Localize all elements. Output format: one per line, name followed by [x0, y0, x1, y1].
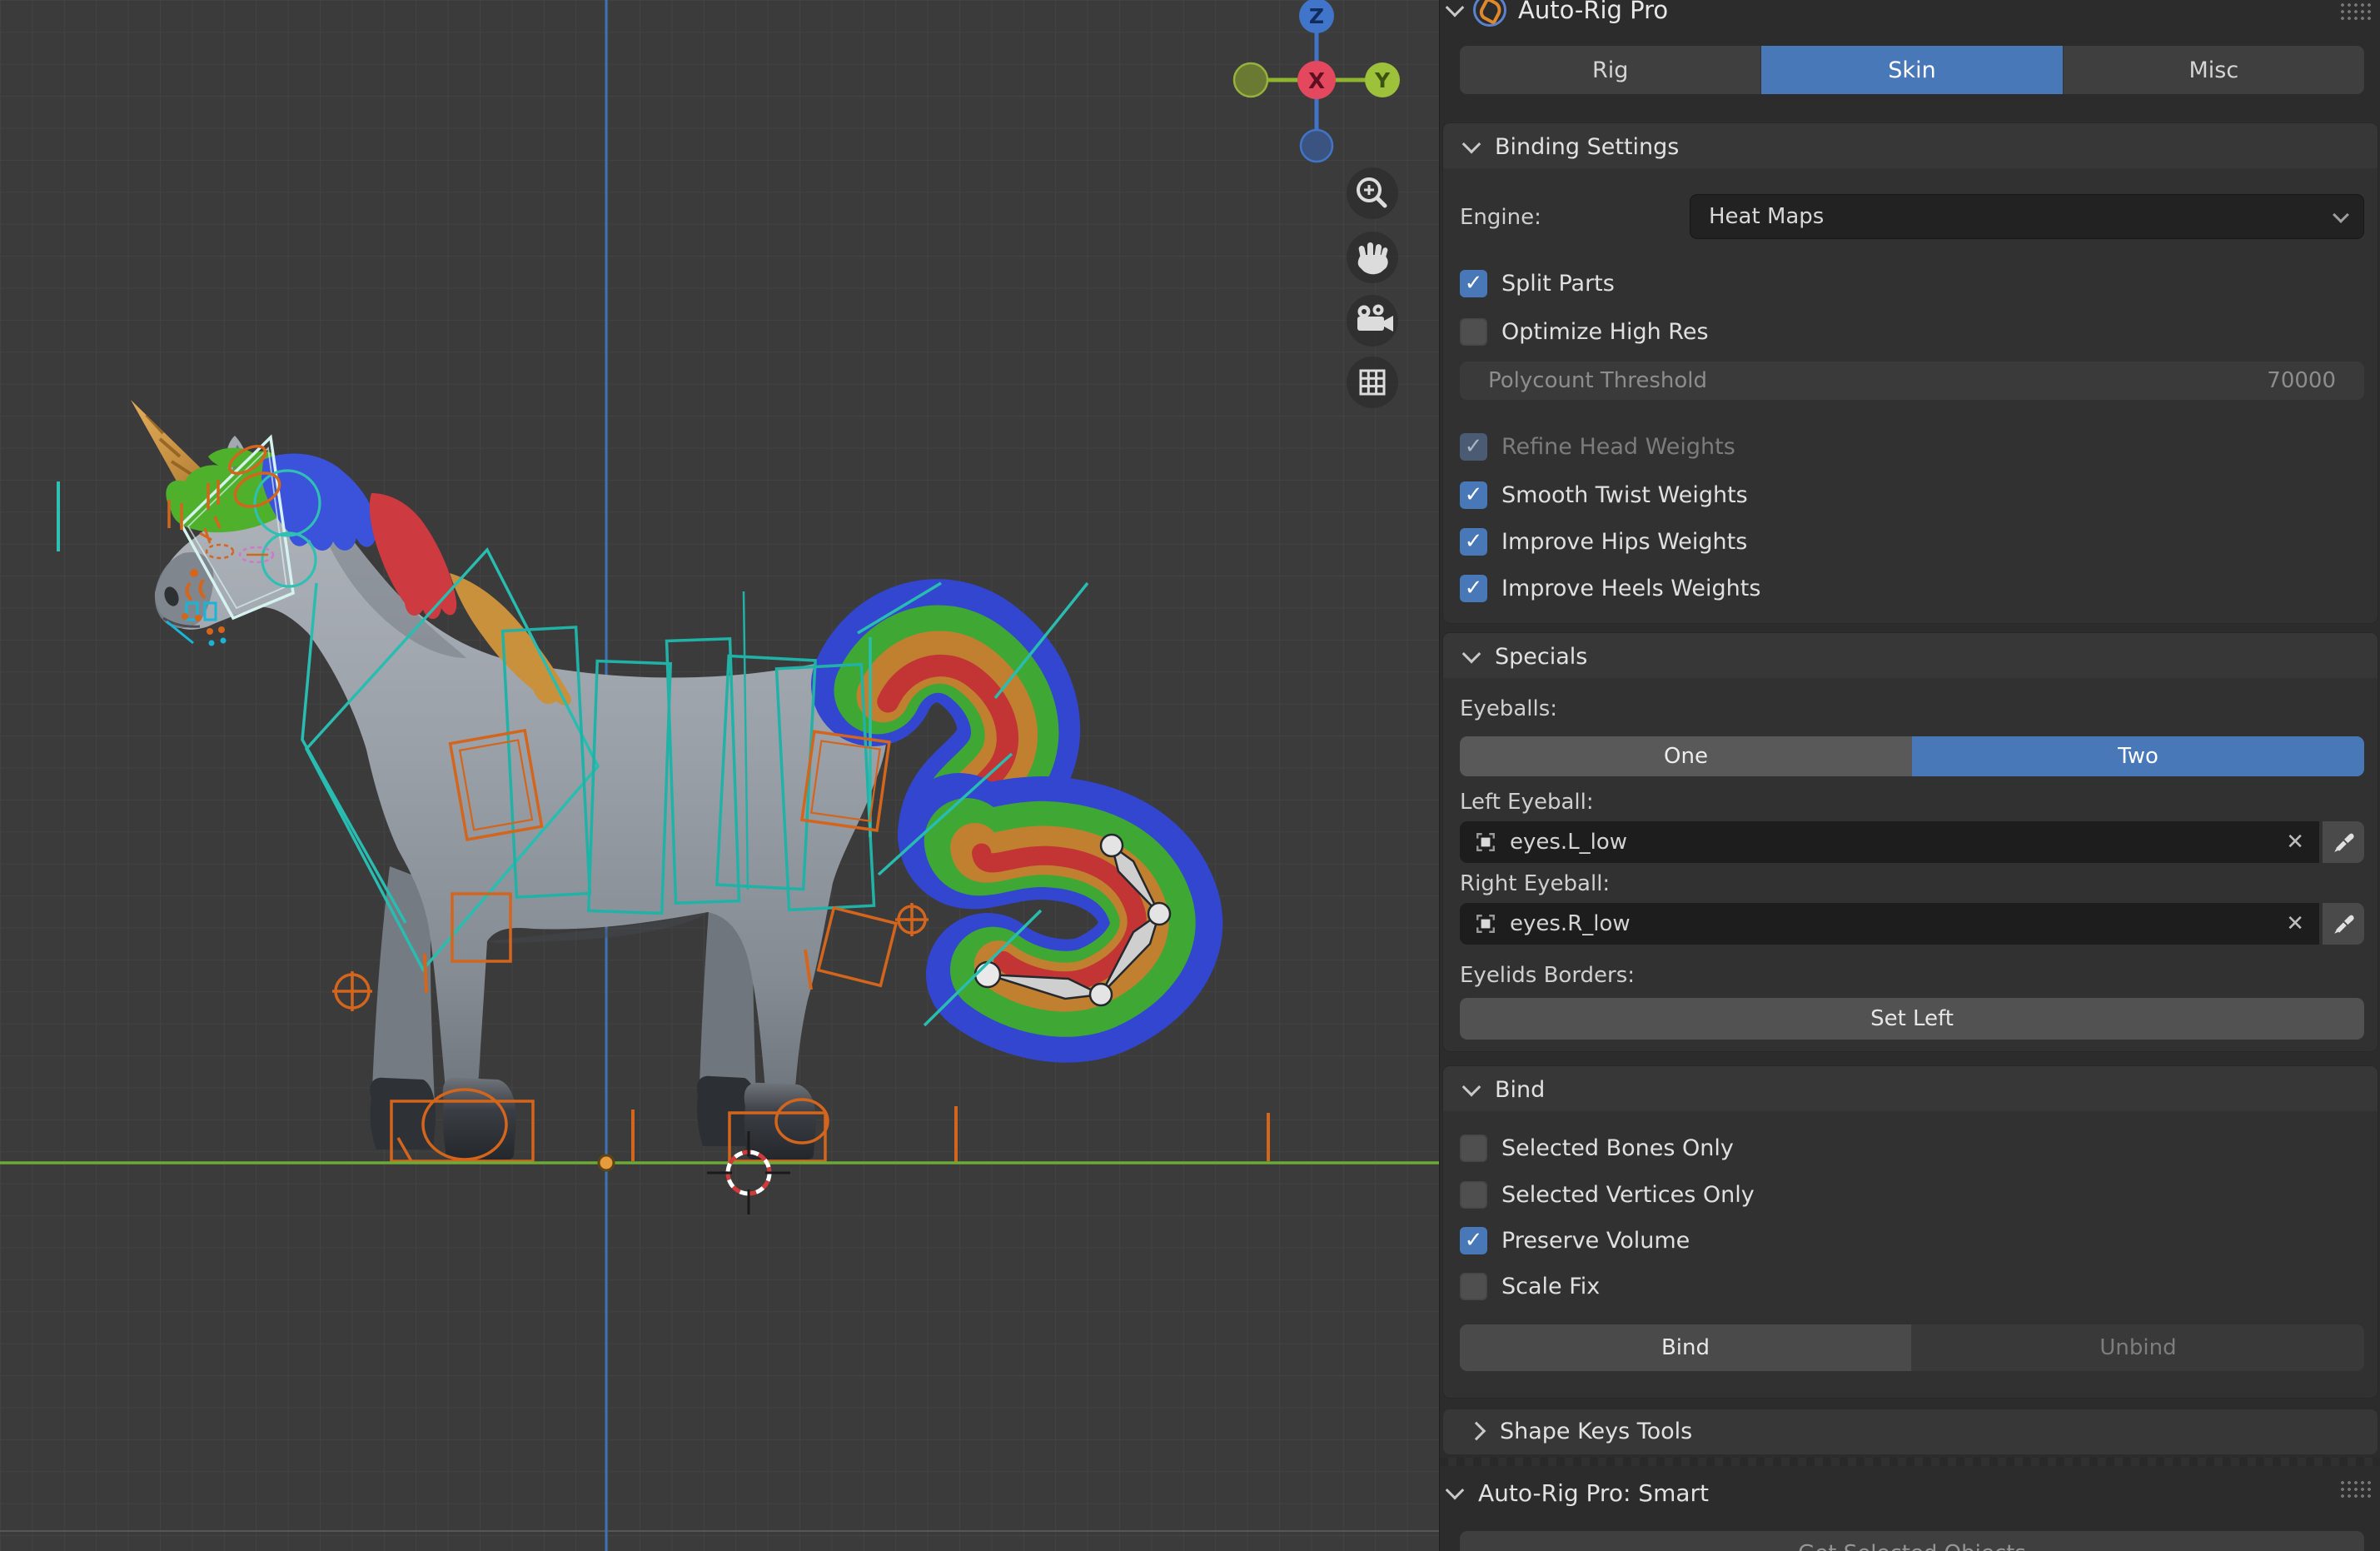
- eyelids-borders-label: Eyelids Borders:: [1460, 963, 1635, 988]
- panel-grip-handle[interactable]: [2339, 2, 2373, 20]
- bone-joint: [975, 962, 1000, 987]
- right-eyeball-value: eyes.R_low: [1510, 911, 2286, 936]
- left-eyeball-value: eyes.L_low: [1510, 830, 2286, 855]
- gizmo-z-label: Z: [1309, 4, 1324, 28]
- checkbox[interactable]: [1460, 1135, 1487, 1162]
- gizmo-y-label: Y: [1374, 68, 1391, 92]
- left-eyedropper-button[interactable]: [2323, 821, 2364, 863]
- viewport-3d[interactable]: Z Y X: [0, 0, 1439, 1551]
- panel-separator: [1440, 1458, 2380, 1466]
- sidebar-panel: Auto-Rig Pro Rig Skin Misc Binding Setti…: [1439, 0, 2380, 1551]
- tab-misc[interactable]: Misc: [2064, 46, 2364, 94]
- checkbox[interactable]: [1460, 1181, 1487, 1209]
- checkbox[interactable]: [1460, 1273, 1487, 1300]
- scale-fix-row[interactable]: Scale Fix: [1460, 1271, 1600, 1301]
- binding-settings-header[interactable]: Binding Settings: [1465, 130, 1679, 163]
- improve-heels-weights-row[interactable]: Improve Heels Weights: [1460, 573, 1760, 603]
- engine-value: Heat Maps: [1709, 204, 1824, 229]
- chevron-down-icon: [1446, 0, 1465, 17]
- clear-icon[interactable]: ✕: [2286, 911, 2304, 936]
- bind-button[interactable]: Bind: [1460, 1324, 1912, 1371]
- unbind-button[interactable]: Unbind: [1912, 1324, 2364, 1371]
- camera-button[interactable]: [1347, 295, 1398, 347]
- pan-button[interactable]: [1347, 232, 1398, 283]
- engine-dropdown[interactable]: Heat Maps: [1690, 194, 2364, 239]
- bone-joint: [1090, 984, 1112, 1005]
- checkbox: [1460, 433, 1487, 461]
- left-eyeball-field[interactable]: eyes.L_low ✕: [1460, 821, 2319, 863]
- tab-bar: Rig Skin Misc: [1460, 46, 2364, 94]
- right-eyeball-label: Right Eyeball:: [1460, 871, 1610, 896]
- polycount-threshold-slider[interactable]: Polycount Threshold 70000: [1460, 362, 2364, 400]
- split-parts-row[interactable]: Split Parts: [1460, 268, 1615, 298]
- right-eyedropper-button[interactable]: [2323, 903, 2364, 945]
- chevron-down-icon: [1462, 135, 1481, 154]
- smart-panel-grip-handle[interactable]: [2339, 1479, 2373, 1498]
- tab-rig[interactable]: Rig: [1460, 46, 1761, 94]
- chevron-down-icon: [1446, 1481, 1465, 1500]
- get-selected-objects-button[interactable]: Get Selected Objects: [1460, 1531, 2364, 1551]
- object-origin-dot: [599, 1155, 614, 1170]
- eyeballs-two-button[interactable]: Two: [1912, 736, 2364, 776]
- checkbox[interactable]: [1460, 270, 1487, 297]
- grid-button[interactable]: [1347, 357, 1398, 408]
- eyeballs-one-button[interactable]: One: [1460, 736, 1912, 776]
- smooth-twist-weights-row[interactable]: Smooth Twist Weights: [1460, 480, 1748, 510]
- panel-header[interactable]: Auto-Rig Pro: [1448, 0, 1668, 27]
- smart-panel-header[interactable]: Auto-Rig Pro: Smart: [1448, 1476, 1709, 1509]
- checkbox[interactable]: [1460, 318, 1487, 346]
- eyedropper-icon: [2332, 912, 2355, 935]
- bone-joint: [1101, 835, 1123, 856]
- specials-header[interactable]: Specials: [1465, 640, 1587, 673]
- polycount-value: 70000: [2267, 368, 2336, 393]
- optimize-high-res-row[interactable]: Optimize High Res: [1460, 317, 1709, 347]
- checkbox[interactable]: [1460, 528, 1487, 556]
- bind-band: [1443, 1066, 2378, 1111]
- mesh-data-icon: [1475, 913, 1496, 935]
- blender-window: Z Y X: [0, 0, 2380, 1551]
- improve-hips-weights-row[interactable]: Improve Hips Weights: [1460, 526, 1747, 556]
- chevron-down-icon: [1462, 1078, 1481, 1097]
- selected-bones-only-row[interactable]: Selected Bones Only: [1460, 1133, 1734, 1163]
- mesh-data-icon: [1475, 831, 1496, 853]
- panel-title: Auto-Rig Pro: [1518, 0, 1668, 24]
- preserve-volume-row[interactable]: Preserve Volume: [1460, 1225, 1690, 1255]
- gizmo-neg-y-ball[interactable]: [1234, 63, 1267, 97]
- zoom-button[interactable]: [1347, 167, 1398, 219]
- gizmo-neg-z-ball[interactable]: [1301, 130, 1332, 162]
- checkbox[interactable]: [1460, 481, 1487, 509]
- chevron-right-icon: [1467, 1422, 1486, 1441]
- lip-dot: [209, 641, 215, 646]
- chevron-down-icon: [1462, 645, 1481, 664]
- refine-head-weights-row: Refine Head Weights: [1460, 431, 1735, 461]
- set-left-button[interactable]: Set Left: [1460, 998, 2364, 1040]
- chevron-down-icon: [2333, 207, 2349, 223]
- eyedropper-icon: [2332, 830, 2355, 854]
- eyeballs-label: Eyeballs:: [1460, 696, 1557, 721]
- lip-dot: [221, 638, 227, 644]
- right-eyeball-field[interactable]: eyes.R_low ✕: [1460, 903, 2319, 945]
- left-eyeball-label: Left Eyeball:: [1460, 790, 1594, 815]
- engine-label: Engine:: [1460, 205, 1541, 230]
- bone-joint: [1148, 903, 1170, 925]
- tab-skin[interactable]: Skin: [1761, 46, 2063, 94]
- checkbox[interactable]: [1460, 575, 1487, 602]
- selected-vertices-only-row[interactable]: Selected Vertices Only: [1460, 1179, 1755, 1209]
- clear-icon[interactable]: ✕: [2286, 830, 2304, 855]
- rear-hoof: [744, 1083, 816, 1160]
- auto-rig-pro-icon: [1473, 0, 1506, 27]
- shape-keys-tools-header[interactable]: Shape Keys Tools: [1470, 1414, 1692, 1448]
- gizmo-x-label: X: [1308, 69, 1325, 94]
- checkbox[interactable]: [1460, 1227, 1487, 1254]
- bind-header[interactable]: Bind: [1465, 1073, 1545, 1106]
